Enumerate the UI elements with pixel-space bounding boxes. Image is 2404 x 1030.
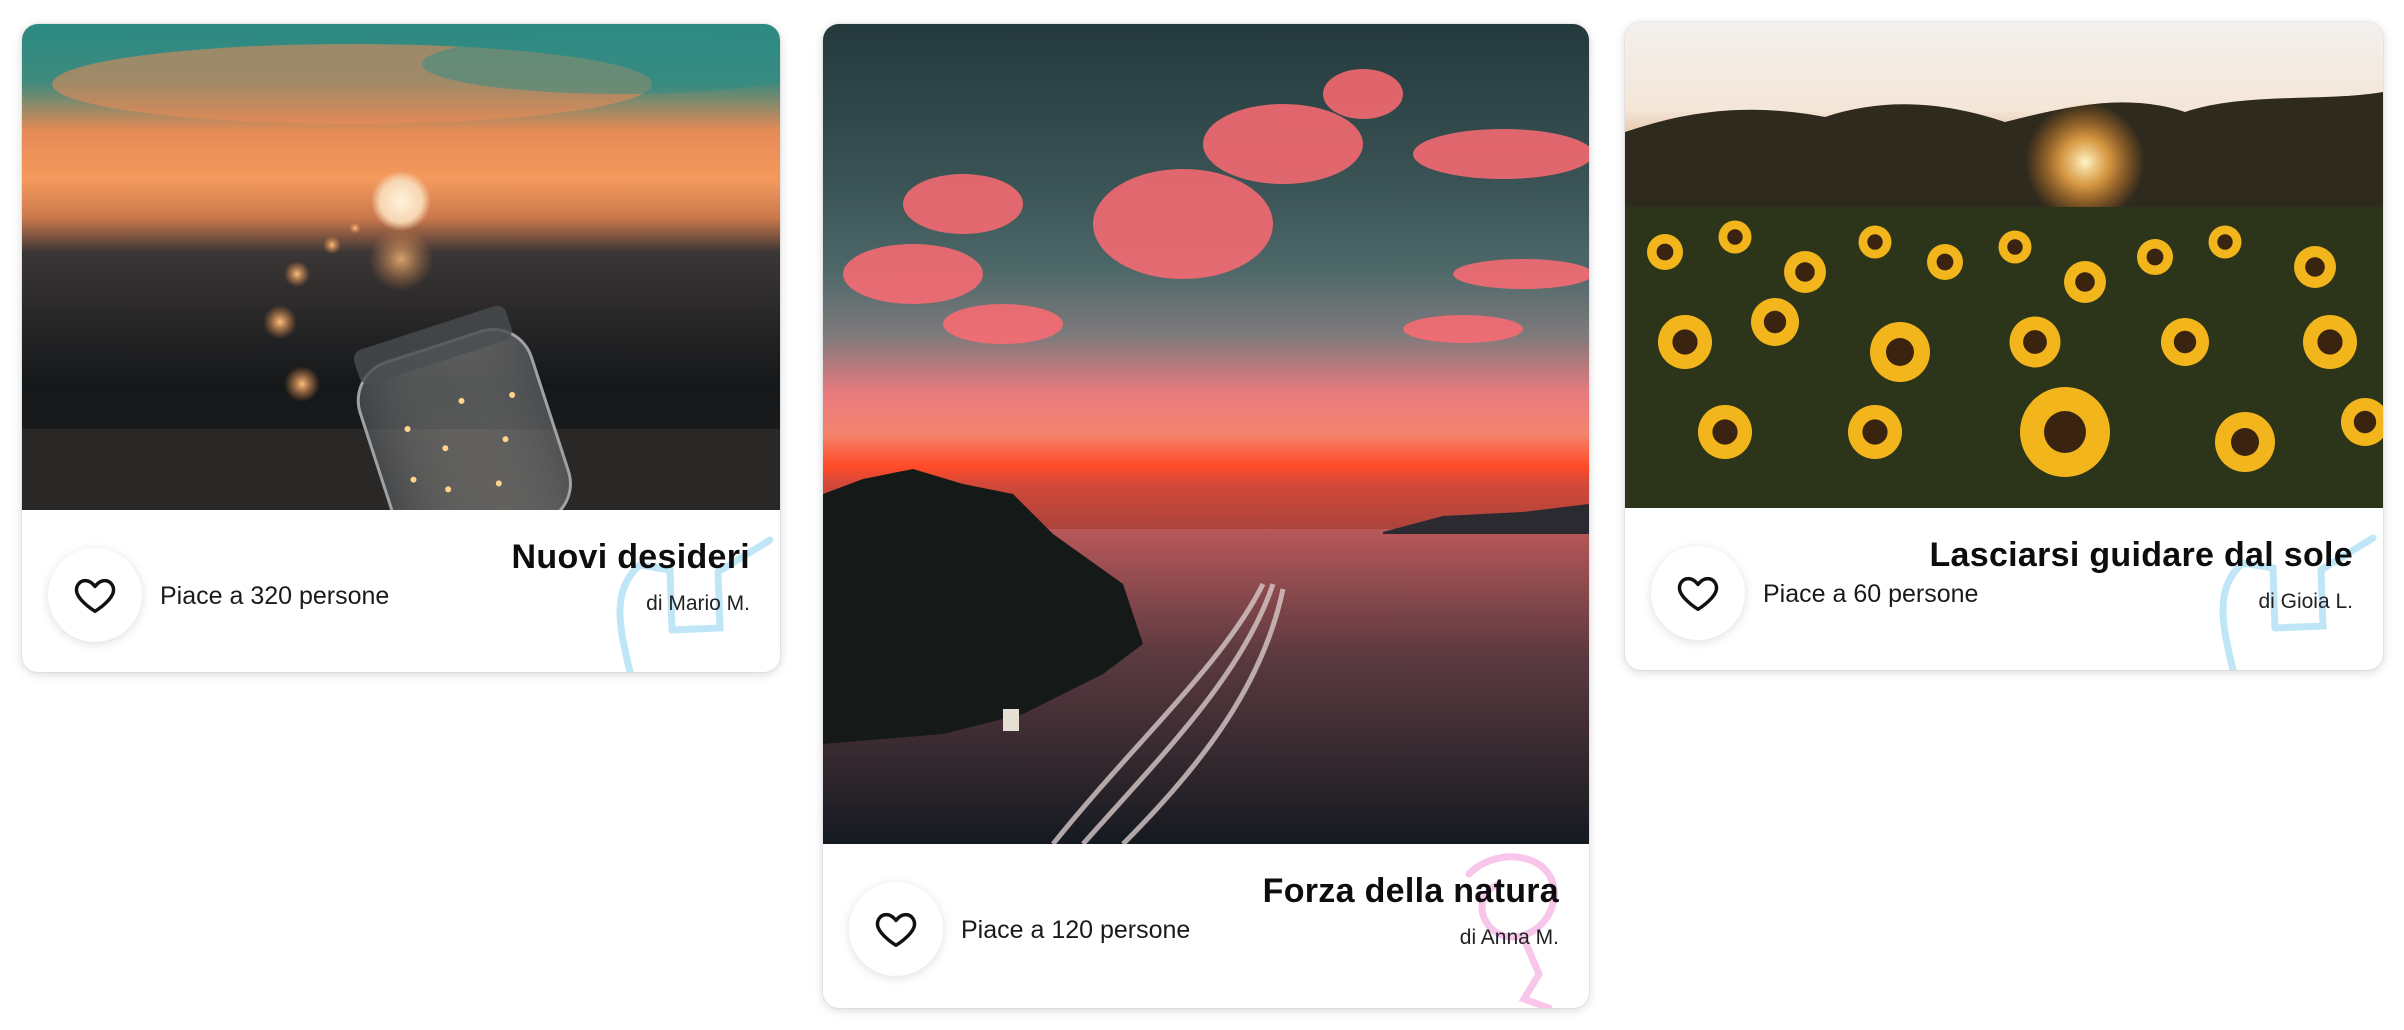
- heart-outline-icon: [1677, 576, 1719, 612]
- photo-card[interactable]: Piace a 60 persone Lasciarsi guidare dal…: [1625, 22, 2383, 670]
- card-photo[interactable]: [22, 24, 780, 510]
- card-footer: Piace a 320 persone Nuovi desideri di Ma…: [22, 510, 780, 672]
- card-author: di Gioia L.: [2258, 590, 2353, 613]
- heart-outline-icon: [74, 578, 116, 614]
- likes-count: Piace a 320 persone: [160, 582, 390, 610]
- sunset-sea-photo: [823, 24, 1589, 844]
- card-title: Lasciarsi guidare dal sole: [1929, 536, 2353, 574]
- likes-count: Piace a 120 persone: [961, 916, 1191, 944]
- jar-sunset-photo: [22, 24, 780, 510]
- card-footer: Piace a 60 persone Lasciarsi guidare dal…: [1625, 508, 2383, 670]
- card-author: di Anna M.: [1459, 926, 1559, 949]
- likes-count: Piace a 60 persone: [1763, 580, 1979, 608]
- like-button[interactable]: [48, 548, 142, 642]
- like-button[interactable]: [849, 882, 943, 976]
- photo-card[interactable]: Piace a 320 persone Nuovi desideri di Ma…: [22, 24, 780, 672]
- card-footer: Piace a 120 persone Forza della natura d…: [823, 844, 1589, 1008]
- card-title: Nuovi desideri: [511, 538, 750, 576]
- card-photo[interactable]: [823, 24, 1589, 844]
- decorative-doodle: [616, 536, 774, 672]
- card-title: Forza della natura: [1262, 872, 1559, 910]
- decorative-doodle: [2219, 534, 2377, 670]
- sunflower-field-photo: [1625, 22, 2383, 508]
- card-photo[interactable]: [1625, 22, 2383, 508]
- heart-outline-icon: [875, 912, 917, 948]
- card-author: di Mario M.: [646, 592, 750, 615]
- photo-card[interactable]: Piace a 120 persone Forza della natura d…: [823, 24, 1589, 1008]
- like-button[interactable]: [1651, 546, 1745, 640]
